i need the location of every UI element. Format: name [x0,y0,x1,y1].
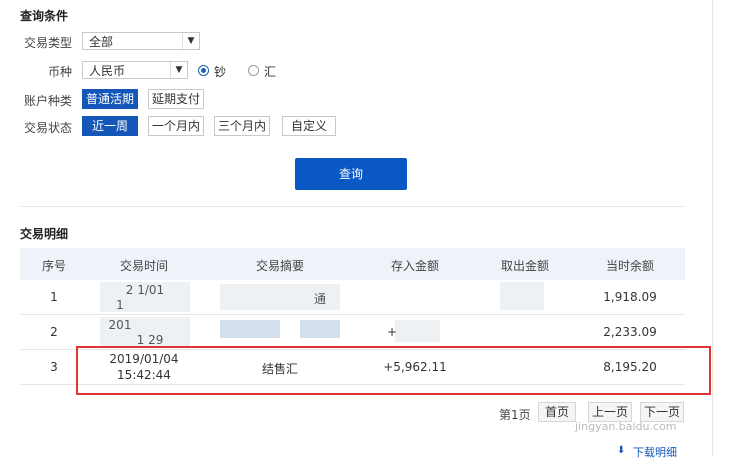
watermark: jingyan.baidu.com [575,420,677,433]
row-time: 1 29 [136,333,164,347]
page-info: 第1页 [499,408,531,422]
type-label: 交易类型 [23,36,72,50]
status-option-week[interactable]: 近一周 [82,116,138,136]
chevron-down-icon: ▼ [182,33,199,49]
redaction [395,320,440,342]
status-option-3months[interactable]: 三个月内 [214,116,270,136]
col-header-withdraw: 取出金额 [500,259,549,273]
row-date: 201 [108,318,132,332]
prev-page-button[interactable]: 上一页 [588,402,632,422]
row-deposit: + [386,325,398,339]
row-summary: 通 [313,292,326,306]
account-label: 账户种类 [23,94,72,108]
type-select-value: 全部 [89,35,114,49]
row-balance: 1,918.09 [603,290,657,304]
currency-label: 币种 [47,65,72,79]
col-header-deposit: 存入金额 [390,259,439,273]
cash-radio[interactable] [198,65,209,76]
status-option-month[interactable]: 一个月内 [148,116,204,136]
status-option-custom[interactable]: 自定义 [282,116,336,136]
row-date: 2 1/01 [125,283,165,297]
right-border [712,0,713,457]
remit-radio[interactable] [248,65,259,76]
type-select[interactable]: 全部 ▼ [82,32,200,50]
download-link[interactable]: 下载明细 [633,444,677,460]
col-header-time: 交易时间 [119,259,168,273]
status-label: 交易状态 [23,121,72,135]
account-option-deferred[interactable]: 延期支付 [148,89,204,109]
col-header-balance: 当时余额 [605,259,654,273]
redaction [500,282,544,310]
chevron-down-icon: ▼ [170,62,187,78]
details-title: 交易明细 [20,227,69,241]
account-option-regular[interactable]: 普通活期 [82,89,138,109]
redaction [220,320,280,338]
redaction [300,320,340,338]
download-icon[interactable]: ⬇ [617,446,627,456]
section-divider [20,206,685,207]
row-no: 2 [50,325,58,339]
currency-select-value: 人民币 [89,64,126,78]
remit-label: 汇 [264,65,277,79]
query-button[interactable]: 查询 [295,158,407,190]
cash-label: 钞 [214,65,227,79]
next-page-button[interactable]: 下一页 [640,402,684,422]
filters-title: 查询条件 [20,9,69,23]
row-no: 1 [50,290,58,304]
col-header-summary: 交易摘要 [255,259,304,273]
row-balance: 2,233.09 [603,325,657,339]
highlight-box [76,346,711,395]
currency-select[interactable]: 人民币 ▼ [82,61,188,79]
row-time: 1 [116,298,124,312]
first-page-button[interactable]: 首页 [538,402,576,422]
col-header-no: 序号 [41,259,66,273]
